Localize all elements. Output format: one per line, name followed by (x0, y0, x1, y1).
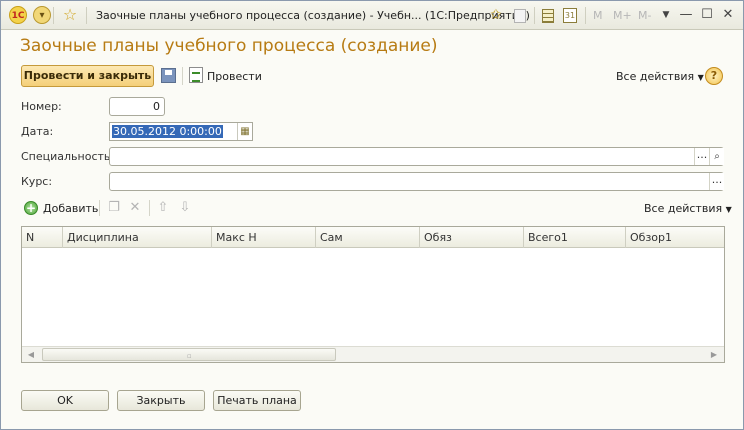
favorite-star-icon[interactable]: ☆ (61, 6, 79, 24)
column-header-discipline[interactable]: Дисциплина (63, 227, 212, 248)
copy-icon[interactable]: ❐ (107, 201, 121, 215)
chevron-down-icon: ▼ (725, 205, 732, 214)
memory-button[interactable]: M (593, 9, 603, 22)
calculator-icon[interactable] (542, 9, 554, 23)
add-favorite-icon[interactable]: ✩ (490, 7, 502, 24)
course-field[interactable] (109, 172, 724, 191)
close-button[interactable]: Закрыть (117, 390, 205, 411)
page-title: Заочные планы учебного процесса (создани… (20, 36, 438, 56)
toolbar-separator (99, 200, 100, 216)
column-header-obyaz[interactable]: Обяз (420, 227, 524, 248)
ok-button[interactable]: OK (21, 390, 109, 411)
all-actions-label: Все действия (616, 70, 695, 83)
calendar-icon[interactable]: 31 (563, 8, 577, 23)
number-label: Номер: (21, 100, 62, 113)
toolbar-separator (149, 200, 150, 216)
post-and-close-button[interactable]: Провести и закрыть (21, 65, 154, 87)
add-row-icon[interactable]: + (24, 201, 38, 215)
title-separator (53, 7, 54, 24)
table-header: N Дисциплина Макс Н Сам Обяз Всего1 Обзо… (22, 227, 724, 248)
close-icon[interactable]: ✕ (719, 6, 737, 24)
window-title: Заочные планы учебного процесса (создани… (96, 9, 530, 22)
date-label: Дата: (21, 125, 54, 138)
date-field[interactable]: 30.05.2012 0:00:00 (109, 122, 253, 141)
window-menu-icon[interactable]: ▾ (33, 6, 51, 24)
scrollbar-thumb[interactable]: ▫ (42, 348, 336, 361)
1c-logo-icon[interactable]: 1С (9, 6, 27, 24)
chevron-down-icon[interactable]: ▼ (657, 6, 675, 24)
column-header-review1[interactable]: Обзор1 (626, 227, 724, 248)
move-up-icon[interactable]: ⇧ (156, 201, 170, 215)
document-icon[interactable] (514, 9, 526, 23)
course-select-button[interactable]: ... (709, 173, 724, 190)
calendar-picker-icon[interactable]: ▦ (237, 123, 252, 140)
column-header-total1[interactable]: Всего1 (524, 227, 626, 248)
search-icon[interactable]: ⌕ (709, 148, 724, 165)
disciplines-table[interactable]: N Дисциплина Макс Н Сам Обяз Всего1 Обзо… (21, 226, 725, 363)
minimize-icon[interactable]: — (677, 6, 695, 24)
scroll-left-icon[interactable]: ◀ (25, 349, 37, 361)
column-header-sam[interactable]: Сам (316, 227, 420, 248)
all-actions-menu[interactable]: Все действия ▼ (616, 70, 704, 83)
title-separator (585, 7, 586, 24)
specialty-label: Специальность: (21, 150, 115, 163)
delete-icon[interactable]: ✕ (128, 201, 142, 215)
specialty-select-button[interactable]: ... (694, 148, 709, 165)
document-window: 1С ▾ ☆ Заочные планы учебного процесса (… (0, 0, 744, 430)
horizontal-scrollbar[interactable]: ◀ ▫ ▶ (22, 346, 724, 362)
column-header-max-h[interactable]: Макс Н (212, 227, 316, 248)
column-header-n[interactable]: N (22, 227, 63, 248)
move-down-icon[interactable]: ⇩ (178, 201, 192, 215)
specialty-field[interactable] (109, 147, 724, 166)
date-value: 30.05.2012 0:00:00 (112, 125, 223, 138)
number-field[interactable]: 0 (109, 97, 165, 116)
maximize-icon[interactable]: ☐ (698, 6, 716, 24)
print-plan-button[interactable]: Печать плана (213, 390, 301, 411)
title-separator (86, 7, 87, 24)
grip-icon: ▫ (187, 352, 192, 360)
post-button[interactable]: Провести (207, 70, 262, 83)
memory-plus-button[interactable]: M+ (613, 9, 632, 22)
course-label: Курс: (21, 175, 53, 188)
save-icon[interactable] (161, 68, 176, 83)
help-icon[interactable]: ? (705, 67, 723, 85)
title-bar: 1С ▾ ☆ Заочные планы учебного процесса (… (1, 1, 743, 30)
chevron-down-icon: ▼ (697, 73, 704, 82)
command-separator (182, 67, 183, 85)
scroll-right-icon[interactable]: ▶ (708, 349, 720, 361)
title-separator (534, 7, 535, 24)
table-all-actions-menu[interactable]: Все действия ▼ (644, 202, 732, 215)
table-all-actions-label: Все действия (644, 202, 723, 215)
post-document-icon[interactable] (189, 67, 203, 83)
memory-minus-button[interactable]: M- (638, 9, 651, 22)
add-row-button[interactable]: Добавить (43, 202, 98, 215)
